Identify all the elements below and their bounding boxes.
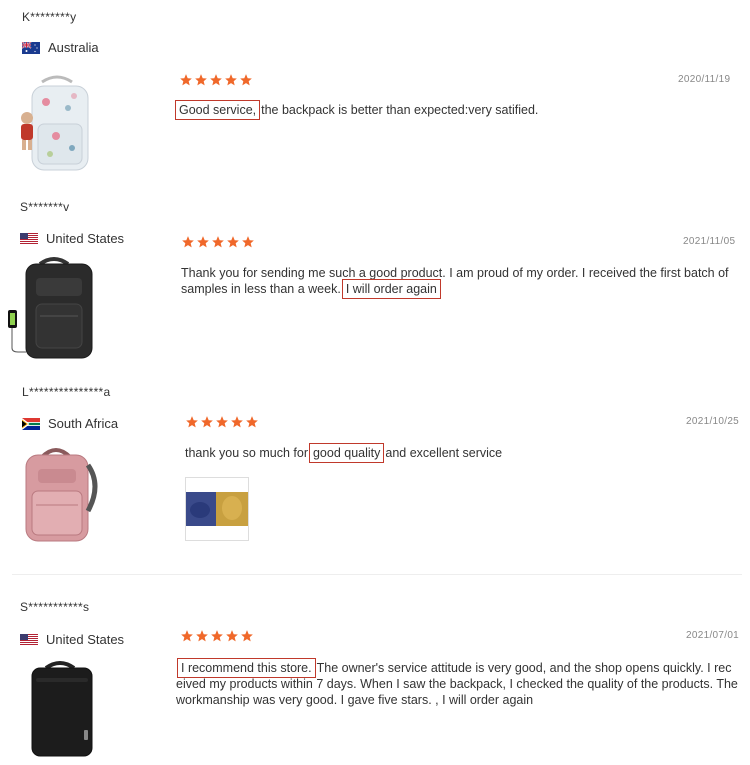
review-text: Thank you for sending me such a good pro… (181, 265, 735, 299)
star-icon (216, 416, 228, 428)
section-divider (12, 574, 742, 575)
country-name: Australia (48, 40, 99, 55)
review-text: Good service, the backpack is better than… (174, 100, 734, 120)
review-body: Thank you for sending me such a good pro… (181, 266, 729, 296)
star-rating (179, 73, 253, 87)
reviewer-country: Australia (22, 40, 99, 55)
us-flag-icon (20, 232, 38, 245)
reviewer-name: S*******v (20, 200, 70, 214)
country-name: United States (46, 632, 125, 647)
review-photo-thumbnail[interactable] (185, 477, 249, 541)
country-name: South Africa (48, 416, 119, 431)
star-icon (182, 236, 194, 248)
star-icon (196, 630, 208, 642)
reviewer-country: United States (20, 231, 124, 246)
review-date: 2021/11/05 (683, 236, 736, 247)
review-text: thank you so much for good quality and exc… (185, 443, 735, 463)
reviewer-name: K********y (22, 10, 77, 24)
review-body-end: and excellent service (385, 446, 503, 460)
star-icon (212, 236, 224, 248)
star-icon (231, 416, 243, 428)
star-icon (210, 74, 222, 86)
star-icon (246, 416, 258, 428)
star-icon (226, 630, 238, 642)
review-text: I recommend this store. The owner's servi… (176, 658, 738, 708)
product-image[interactable] (12, 74, 102, 174)
review-date: 2020/11/19 (678, 74, 731, 85)
highlighted-phrase: I recommend this store. (177, 658, 316, 678)
product-image[interactable] (6, 256, 96, 360)
review-date: 2021/07/01 (686, 630, 740, 641)
star-icon (195, 74, 207, 86)
star-icon (180, 74, 192, 86)
us-flag-icon (20, 633, 38, 646)
star-icon (197, 236, 209, 248)
star-rating (180, 629, 254, 643)
country-name: United States (46, 231, 125, 246)
star-icon (241, 630, 253, 642)
review-date: 2021/10/25 (686, 416, 740, 427)
star-icon (240, 74, 252, 86)
star-icon (211, 630, 223, 642)
star-rating (185, 415, 259, 429)
star-rating (181, 235, 255, 249)
star-icon (186, 416, 198, 428)
star-icon (227, 236, 239, 248)
product-image[interactable] (16, 445, 104, 545)
australia-flag-icon (22, 41, 40, 54)
reviewer-name: S***********s (20, 600, 90, 614)
star-icon (201, 416, 213, 428)
south-africa-flag-icon (22, 417, 40, 430)
star-icon (181, 630, 193, 642)
star-icon (225, 74, 237, 86)
review-body: the backpack is better than expected:ver… (261, 103, 539, 117)
highlighted-phrase: I will order again (341, 279, 441, 299)
reviewer-country: South Africa (22, 416, 118, 431)
review-body: thank you so much for (185, 446, 308, 460)
highlighted-phrase: good quality (308, 443, 385, 463)
product-image[interactable] (22, 660, 102, 760)
highlighted-phrase: Good service, (175, 100, 261, 120)
reviewer-name: L***************a (22, 385, 111, 399)
star-icon (242, 236, 254, 248)
reviewer-country: United States (20, 632, 124, 647)
